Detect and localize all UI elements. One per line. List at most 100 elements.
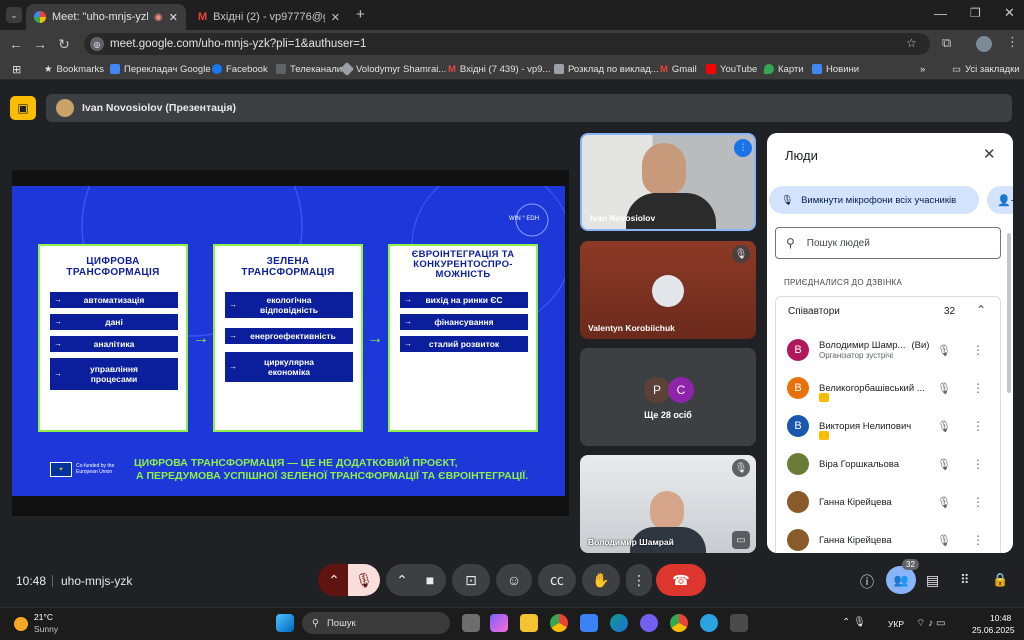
others-tile[interactable]: P C Ще 28 осіб (580, 348, 756, 446)
windows-start-icon[interactable] (276, 614, 294, 632)
participant-row[interactable]: Віра Горшкальова 🎙 ⋮ (787, 449, 999, 479)
pip-icon[interactable]: ▭ (732, 531, 750, 549)
present-button[interactable]: ⊡ (452, 564, 490, 596)
more-bookmarks-icon[interactable]: » (920, 62, 925, 76)
new-tab-button[interactable]: + (356, 6, 365, 23)
copilot-icon[interactable] (490, 614, 508, 632)
tray-icons[interactable]: ⌃ 🎙 (842, 617, 866, 628)
bookmark-item[interactable]: ★ Bookmarks (44, 62, 104, 76)
mic-off-icon[interactable]: 🎙 (937, 420, 951, 433)
participant-row[interactable]: Ганна Кірейцева 🎙 ⋮ (787, 525, 999, 553)
tab-meet[interactable]: Meet: "uho-mnjs-yzk" ◉ ✕ (26, 4, 186, 30)
mute-all-button[interactable]: 🎙 Вимкнути мікрофони всіх учасників (769, 186, 979, 214)
tab-close-icon[interactable]: ✕ (169, 11, 178, 24)
minimize-button[interactable]: — (934, 6, 947, 21)
people-search-input[interactable]: ⚲ Пошук людей (775, 227, 1001, 259)
tab-search-button[interactable]: ⌄ (6, 7, 22, 23)
weather-icon[interactable] (14, 617, 28, 631)
taskbar-date[interactable]: 25.06.2025 (972, 625, 1015, 635)
forward-button[interactable]: → (28, 30, 52, 58)
raise-hand-button[interactable]: ✋ (582, 564, 620, 596)
store-icon[interactable] (580, 614, 598, 632)
participant-tile[interactable]: 🎙 Valentyn Korobiichuk (580, 241, 756, 339)
participant-tile[interactable]: ⫶ Ivan Novosiolov (580, 133, 756, 231)
mic-options-button[interactable]: ⌃ (318, 564, 350, 596)
bookmark-item[interactable]: YouTube (706, 62, 757, 76)
more-options-icon[interactable]: ⋮ (972, 495, 984, 509)
site-info-icon[interactable]: ◎ (90, 37, 104, 51)
bookmark-star-icon[interactable]: ☆ (906, 36, 917, 50)
group-collaborators[interactable]: Співавтори 32 ⌃ (775, 296, 1001, 326)
captions-button[interactable]: ㏄ (538, 564, 576, 596)
mic-off-icon[interactable]: 🎙 (937, 344, 951, 357)
participant-row[interactable]: В Великогорбашівський ... 🎙 ⋮ (787, 373, 999, 403)
chrome-profile-icon[interactable] (670, 614, 688, 632)
mic-off-icon[interactable]: 🎙 (937, 382, 951, 395)
participant-row[interactable]: Ганна Кірейцева 🎙 ⋮ (787, 487, 999, 517)
card-item: → дані (50, 314, 178, 330)
bookmark-item[interactable]: M Gmail (660, 62, 697, 76)
co-host-badge (819, 431, 829, 440)
reload-button[interactable]: ↻ (52, 30, 76, 58)
address-bar[interactable]: ◎ meet.google.com/uho-mnjs-yzk?pli=1&aut… (84, 33, 930, 55)
activities-icon[interactable]: ⠿ (960, 572, 970, 588)
maximize-button[interactable]: ❐ (970, 6, 981, 20)
chrome-icon[interactable] (550, 614, 568, 632)
camera-toggle-button[interactable]: ■ (414, 564, 446, 596)
more-options-icon[interactable]: ⋮ (972, 343, 984, 357)
close-panel-icon[interactable]: ✕ (983, 145, 996, 163)
language-indicator[interactable]: УКР (888, 619, 904, 629)
mic-toggle-button[interactable]: 🎙 (348, 564, 380, 596)
all-bookmarks[interactable]: ▭ Усі закладки (952, 62, 1020, 76)
participant-row[interactable]: В Виктория Нелипович 🎙 ⋮ (787, 411, 999, 441)
leave-call-button[interactable]: ☎ (656, 564, 706, 596)
people-button[interactable]: 👥 (886, 566, 916, 594)
bookmark-item[interactable]: Facebook (212, 62, 268, 76)
network-volume-battery-icon[interactable]: ⌔ ♪ ▭ (916, 617, 945, 630)
more-options-icon[interactable]: ⋮ (972, 381, 984, 395)
close-window-button[interactable]: ✕ (1004, 5, 1015, 21)
participant-name: Ivan Novosiolov (590, 213, 656, 223)
bookmark-item[interactable]: Розклад по виклад... (554, 62, 659, 76)
more-options-icon[interactable]: ⋮ (972, 457, 984, 471)
scrollbar[interactable] (1007, 233, 1011, 393)
more-options-icon[interactable]: ⋮ (972, 419, 984, 433)
viber-icon[interactable] (640, 614, 658, 632)
more-options-icon[interactable]: ⋮ (972, 533, 984, 547)
bookmark-item[interactable]: Новини (812, 62, 859, 76)
bookmark-item[interactable]: Телеканали (276, 62, 342, 76)
mic-off-icon[interactable]: 🎙 (937, 496, 951, 509)
participant-row[interactable]: В Володимир Шамр... (Ви) Організатор зуст… (787, 335, 999, 365)
apps-icon[interactable]: ⊞ (12, 62, 21, 76)
bookmark-item[interactable]: M Вхідні (7 439) - vp9... (448, 62, 550, 76)
mic-off-icon[interactable]: 🎙 (937, 458, 951, 471)
extensions-icon[interactable]: ⧉ (942, 35, 951, 51)
task-view-icon[interactable] (462, 614, 480, 632)
mic-off-icon[interactable]: 🎙 (937, 534, 951, 547)
chat-icon[interactable]: ▤ (926, 572, 939, 589)
bookmark-item[interactable]: Карти (764, 62, 804, 76)
tab-gmail[interactable]: M Вхідні (2) - vp97776@gmail.com ✕ (190, 4, 348, 30)
profile-avatar[interactable] (976, 36, 992, 52)
facebook-icon (212, 64, 222, 74)
bookmark-item[interactable]: Volodymyr Shamrai... (339, 61, 446, 77)
app-icon[interactable] (730, 614, 748, 632)
stop-presenting-icon[interactable]: ▣ (10, 96, 36, 120)
add-people-button[interactable]: 👤+ (987, 186, 1013, 214)
tab-close-icon[interactable]: ✕ (331, 11, 340, 24)
telegram-icon[interactable] (700, 614, 718, 632)
back-button[interactable]: ← (4, 30, 28, 58)
browser-menu-icon[interactable]: ⋮ (1006, 34, 1019, 50)
taskbar-time[interactable]: 10:48 (990, 613, 1011, 623)
taskbar-search[interactable]: ⚲ Пошук (302, 612, 450, 634)
participant-tile[interactable]: 🎙 ▭ Володимир Шамрай (580, 455, 756, 553)
reactions-button[interactable]: ☺ (496, 564, 532, 596)
meeting-details-icon[interactable]: ⓘ (860, 572, 874, 592)
slide-card-green: ЗЕЛЕНА ТРАНСФОРМАЦІЯ → екологічна відпові… (213, 244, 363, 432)
host-controls-icon[interactable]: 🔒 (992, 572, 1008, 588)
bookmark-item[interactable]: Перекладач Google (110, 62, 211, 76)
more-options-button[interactable]: ⋮ (626, 564, 652, 596)
edge-icon[interactable] (610, 614, 628, 632)
file-explorer-icon[interactable] (520, 614, 538, 632)
chevron-up-icon[interactable]: ⌃ (976, 303, 986, 317)
